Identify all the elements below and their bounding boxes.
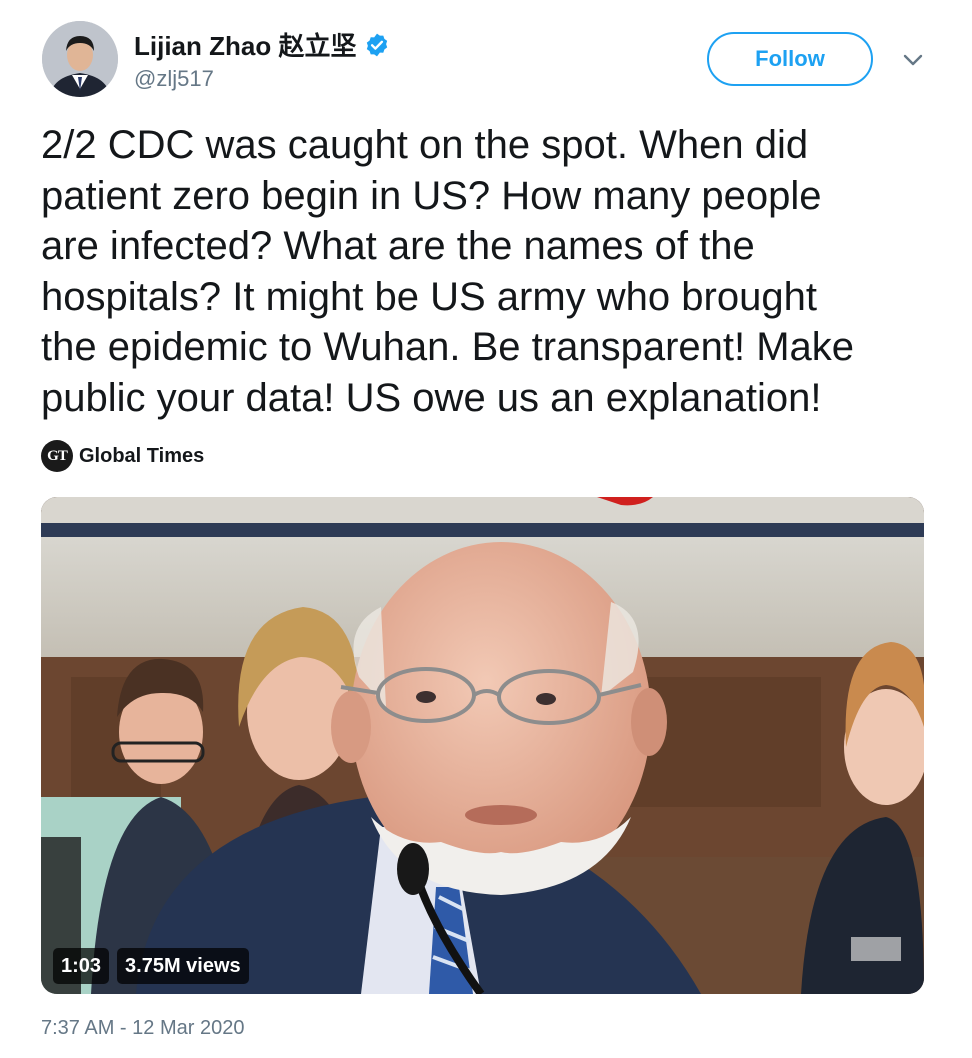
video-thumbnail: [41, 497, 924, 994]
chevron-down-icon[interactable]: [902, 52, 924, 68]
author-handle[interactable]: @zlj517: [134, 66, 214, 92]
verified-badge-icon: [367, 33, 388, 56]
avatar[interactable]: [42, 21, 118, 97]
video-views: 3.75M views: [117, 948, 249, 984]
author-name[interactable]: Lijian Zhao 赵立坚: [134, 26, 390, 63]
video-player[interactable]: [41, 497, 924, 994]
global-times-logo: GT: [41, 440, 73, 472]
avatar-image: [42, 21, 118, 97]
follow-button[interactable]: Follow: [707, 32, 873, 86]
video-duration: 1:03: [53, 948, 110, 984]
source-attribution[interactable]: GT Global Times: [41, 440, 204, 472]
author-name-text: Lijian Zhao 赵立坚: [134, 31, 357, 61]
tweet-text: 2/2 CDC was caught on the spot. When did…: [41, 123, 855, 420]
tweet-card: Lijian Zhao 赵立坚 @zlj517 Follow 2/2 CDC w…: [0, 0, 972, 1058]
source-name: Global Times: [79, 444, 205, 467]
tweet-timestamp[interactable]: 7:37 AM - 12 Mar 2020: [41, 1017, 244, 1040]
video-meta: 1:03 3.75M views: [53, 948, 249, 984]
